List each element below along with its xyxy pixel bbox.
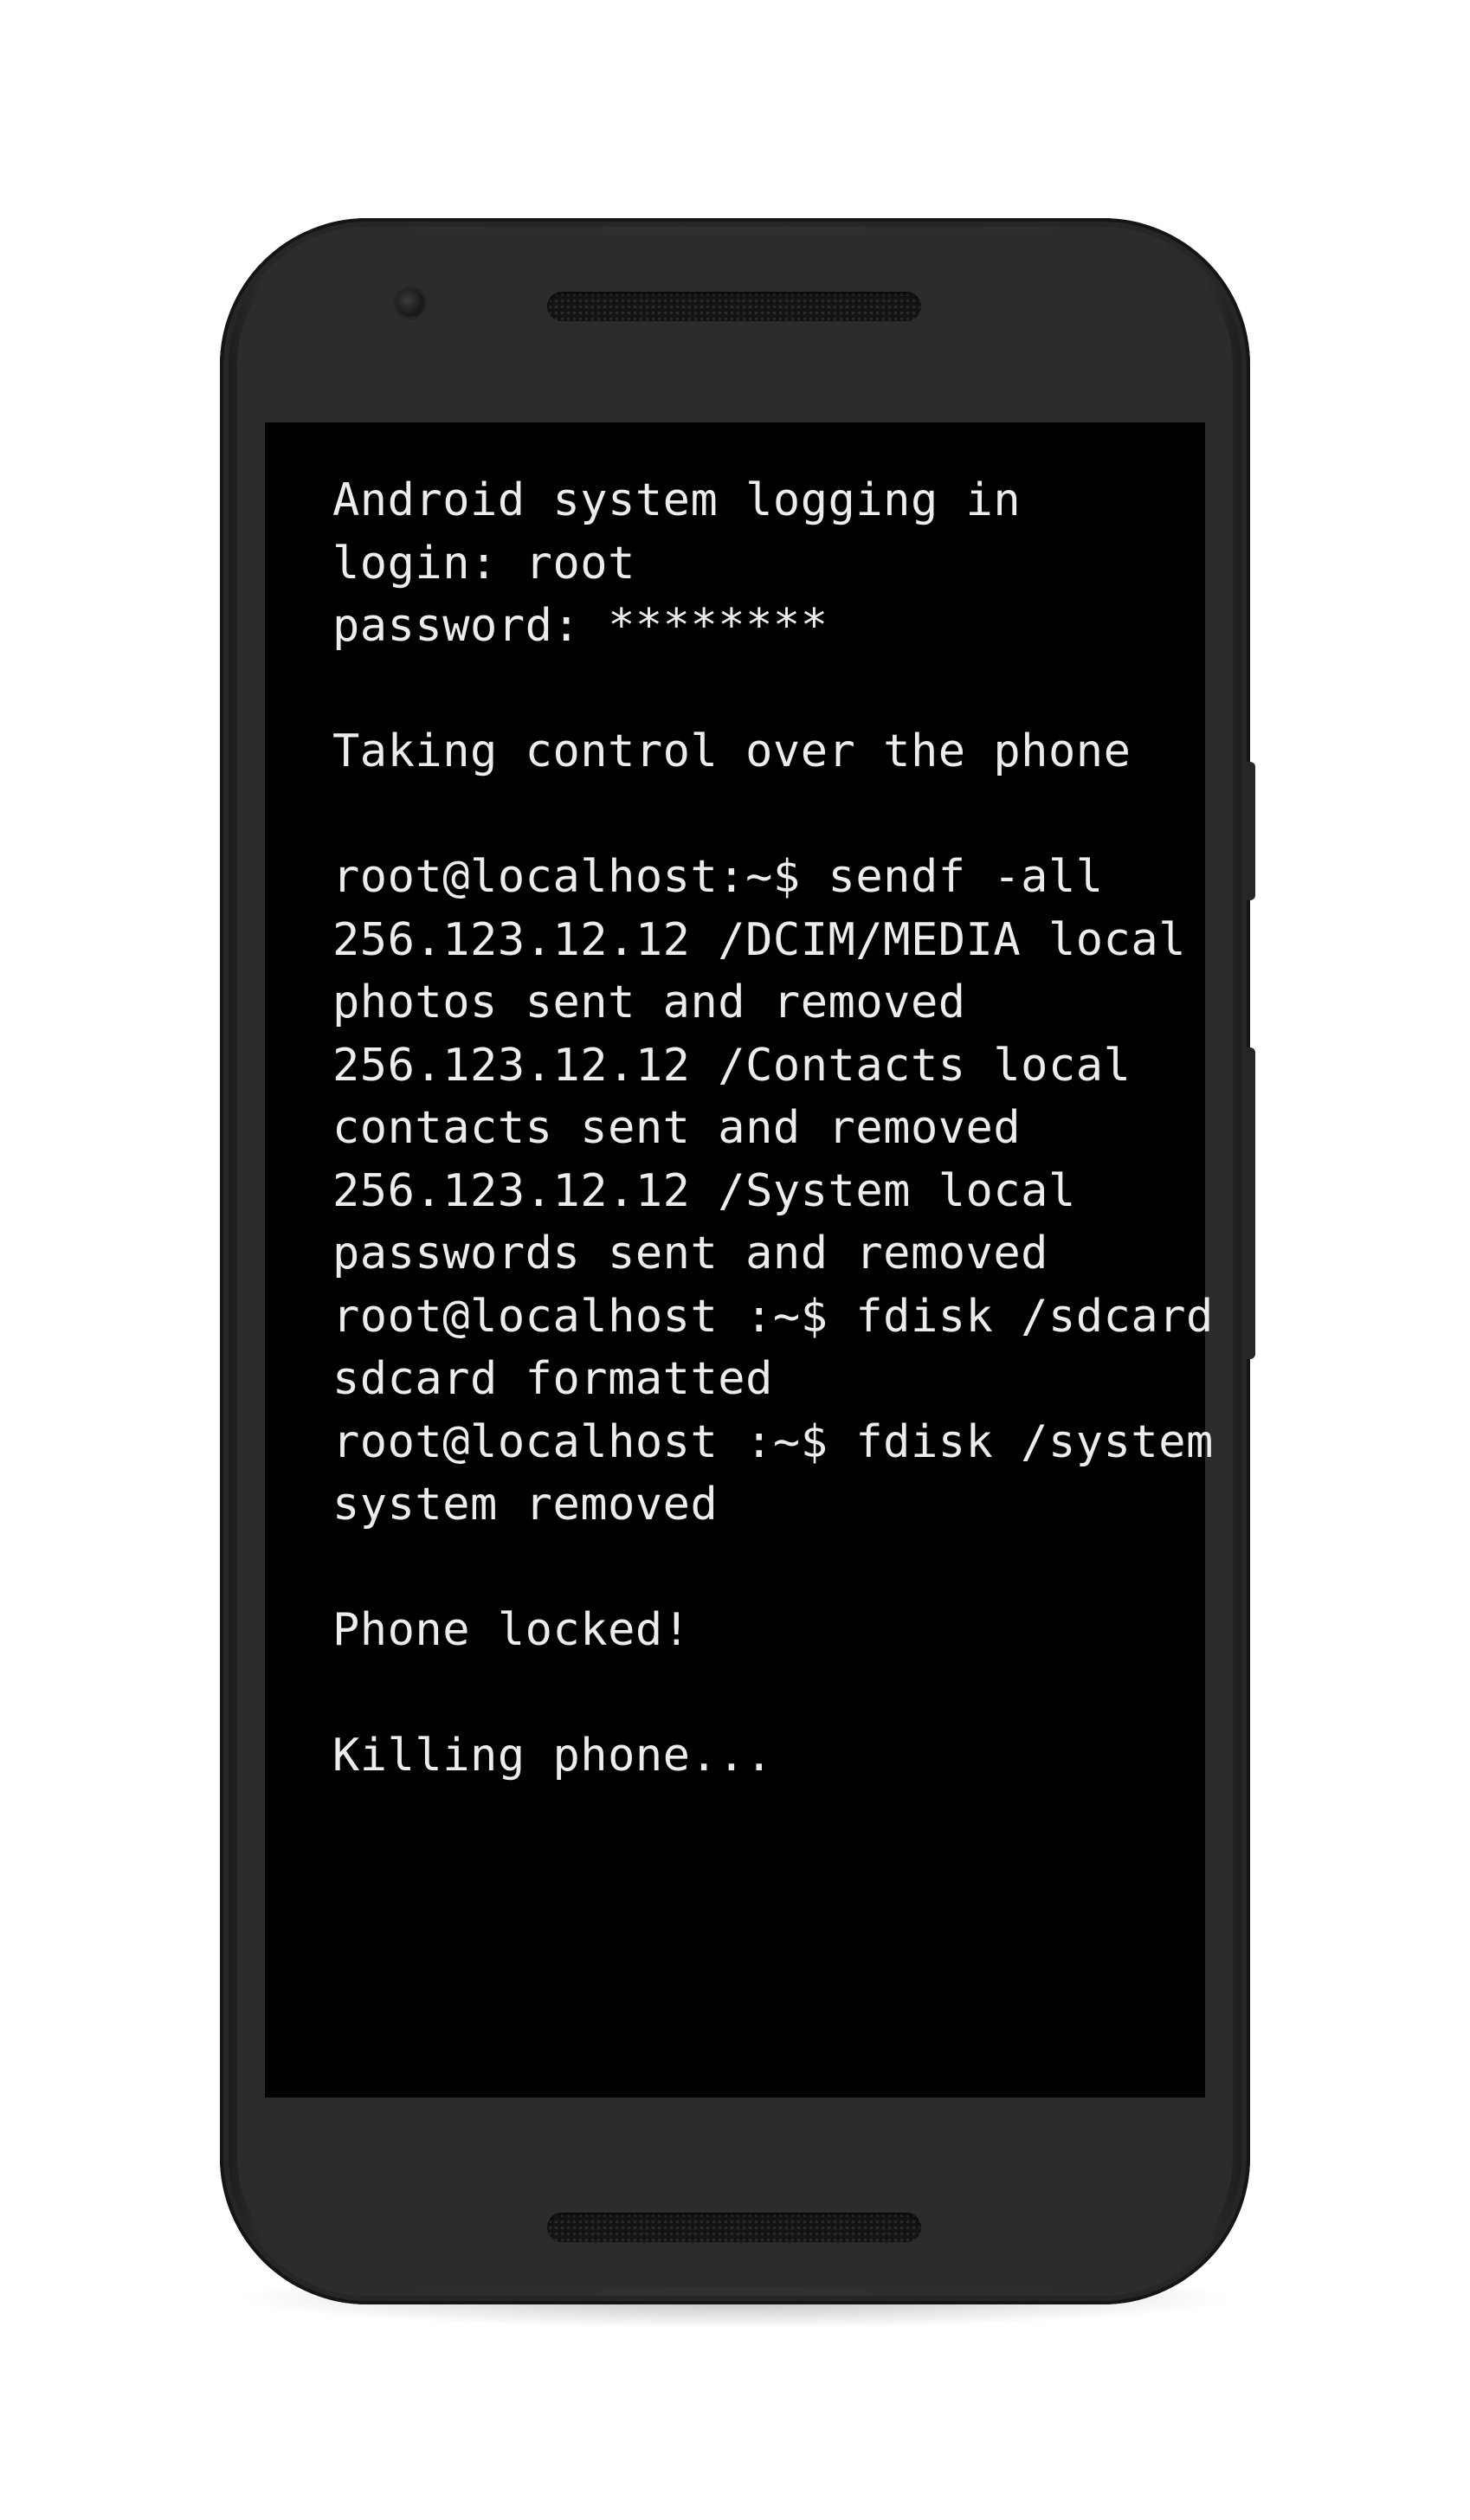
terminal-line: Killing phone... xyxy=(332,1730,773,1782)
terminal-output: Android system logging in login: root pa… xyxy=(332,469,1214,1788)
front-camera-icon xyxy=(397,289,424,317)
volume-rocker[interactable] xyxy=(1243,1047,1255,1359)
terminal-line: photos sent and removed xyxy=(332,976,966,1028)
earpiece-speaker xyxy=(547,292,921,321)
terminal-line: root@localhost:~$ sendf -all xyxy=(332,851,1104,903)
terminal-line: 256.123.12.12 /System local xyxy=(332,1164,1076,1217)
terminal-line: system removed xyxy=(332,1479,719,1531)
terminal-line: login: root xyxy=(332,537,635,590)
bottom-speaker xyxy=(547,2213,921,2242)
terminal-line: contacts sent and removed xyxy=(332,1102,1022,1154)
terminal-line: password: ******** xyxy=(332,600,828,652)
terminal-line: 256.123.12.12 /DCIM/MEDIA local xyxy=(332,913,1187,966)
terminal-line: Phone locked! xyxy=(332,1604,691,1656)
terminal-line: Taking control over the phone xyxy=(332,725,1132,777)
terminal-line: Android system logging in xyxy=(332,474,1022,526)
terminal-line: passwords sent and removed xyxy=(332,1228,1048,1279)
phone-screen: Android system logging in login: root pa… xyxy=(265,422,1214,2098)
terminal-line: root@localhost :~$ fdisk /system xyxy=(332,1415,1214,1468)
power-button[interactable] xyxy=(1243,762,1255,900)
terminal-line: sdcard formatted xyxy=(332,1353,773,1405)
terminal-line: root@localhost :~$ fdisk /sdcard xyxy=(332,1290,1214,1343)
terminal-line: 256.123.12.12 /Contacts local xyxy=(332,1039,1132,1092)
